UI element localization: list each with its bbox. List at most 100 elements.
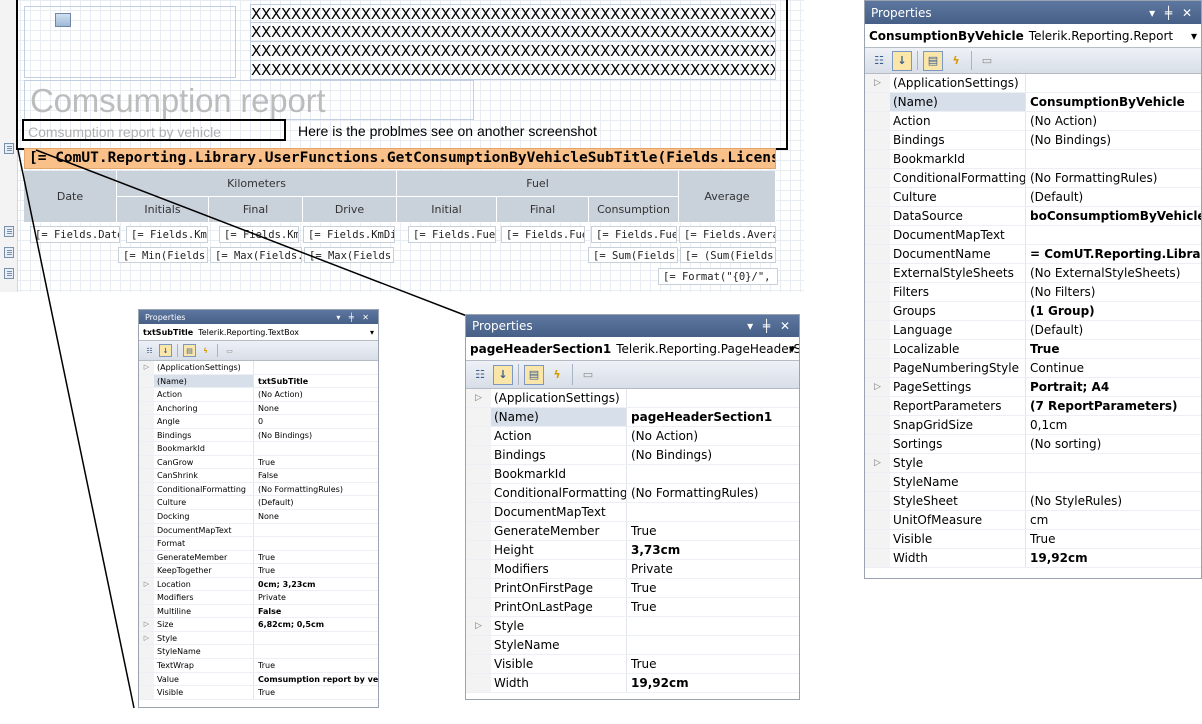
chevron-down-icon[interactable]: ▾ — [370, 328, 374, 337]
property-row[interactable]: ConditionalFormatting (No FormattingRules… — [139, 482, 378, 497]
property-value[interactable] — [1026, 150, 1201, 168]
property-row[interactable]: StyleName — [466, 636, 799, 655]
property-row[interactable]: Action (No Action) — [865, 112, 1201, 131]
property-row[interactable]: GenerateMember True — [139, 550, 378, 565]
property-value[interactable]: 0 — [254, 415, 378, 428]
property-row[interactable]: ValueComsumption report by vehicl — [139, 672, 378, 687]
property-value[interactable]: True — [1026, 530, 1201, 548]
property-row[interactable]: Modifiers Private — [139, 591, 378, 605]
property-row[interactable]: Action (No Action) — [139, 388, 378, 402]
detail-cell-average[interactable]: [= Fields.Average — [679, 226, 776, 243]
property-value[interactable]: None — [254, 510, 378, 523]
column-header-drive[interactable]: Drive — [303, 197, 397, 223]
property-value[interactable]: ConsumptionByVehicle — [1026, 93, 1201, 111]
property-row[interactable]: GenerateMember True — [466, 522, 799, 541]
property-value[interactable]: (Default) — [254, 496, 378, 509]
property-row[interactable]: Docking None — [139, 510, 378, 524]
events-icon[interactable]: ϟ — [547, 365, 567, 385]
column-header-final-km[interactable]: Final — [209, 197, 303, 223]
column-header-initials[interactable]: Initials — [117, 197, 209, 223]
property-row[interactable]: DocumentMapText — [139, 523, 378, 538]
alphabetical-icon[interactable]: ↓ — [493, 364, 513, 385]
property-row[interactable]: BookmarkId — [466, 465, 799, 484]
property-value[interactable]: pageHeaderSection1 — [627, 408, 799, 426]
chevron-down-icon[interactable]: ▾ — [789, 342, 795, 356]
property-row[interactable]: ▷ (ApplicationSettings) — [139, 361, 378, 375]
property-value[interactable]: 0,1cm — [1026, 416, 1201, 434]
property-row[interactable]: StyleName — [139, 645, 378, 660]
property-row[interactable]: DocumentMapText — [865, 226, 1201, 245]
property-row[interactable]: Language (Default) — [865, 321, 1201, 340]
property-row[interactable]: Bindings (No Bindings) — [139, 428, 378, 443]
property-row[interactable]: Localizable True — [865, 340, 1201, 359]
property-value[interactable]: (No Bindings) — [627, 446, 799, 464]
property-value[interactable]: (No Action) — [254, 388, 378, 401]
property-row[interactable]: ConditionalFormatting (No FormattingRules… — [466, 484, 799, 503]
detail-cell-date[interactable]: [= Fields.Date] — [30, 226, 120, 243]
property-row[interactable]: Width 19,92cm — [865, 549, 1201, 568]
property-row[interactable]: Modifiers Private — [466, 560, 799, 579]
property-value[interactable]: Continue — [1026, 359, 1201, 377]
column-header-consumption[interactable]: Consumption — [589, 197, 679, 223]
detail-cell-fuel1[interactable]: [= Fields.Fuel1] — [408, 226, 496, 243]
properties-icon[interactable]: ▤ — [183, 344, 196, 357]
property-row[interactable]: (Name) pageHeaderSection1 — [466, 408, 799, 427]
property-row[interactable]: Culture (Default) — [865, 188, 1201, 207]
property-value[interactable]: True — [254, 551, 378, 564]
property-row[interactable]: ▷ Size 6,82cm; 0,5cm — [139, 618, 378, 632]
property-value[interactable]: (7 ReportParameters) — [1026, 397, 1201, 415]
property-value[interactable]: None — [254, 402, 378, 415]
property-value[interactable]: (Default) — [1026, 321, 1201, 339]
property-row[interactable]: KeepTogether True — [139, 564, 378, 578]
properties-icon[interactable]: ▤ — [923, 50, 943, 71]
property-value[interactable]: (1 Group) — [1026, 302, 1201, 320]
property-pages-icon[interactable]: ▭ — [578, 365, 598, 385]
categorized-icon[interactable]: ☷ — [470, 365, 490, 385]
property-row[interactable]: ▷ Style — [466, 617, 799, 636]
page-number-textbox[interactable]: [= Format("{0}/", Page — [658, 268, 778, 285]
events-icon[interactable]: ϟ — [946, 51, 966, 71]
property-value[interactable]: (No Bindings) — [254, 429, 378, 442]
chevron-down-icon[interactable]: ▾ — [1191, 29, 1197, 43]
property-row[interactable]: (Name) ConsumptionByVehicle — [865, 93, 1201, 112]
property-row[interactable]: Multiline False — [139, 604, 378, 619]
property-value[interactable] — [627, 503, 799, 521]
expand-icon[interactable]: ▷ — [139, 577, 154, 591]
property-row[interactable]: UnitOfMeasure cm — [865, 511, 1201, 530]
detail-cell-fueldiff[interactable]: [= Fields.FuelDi — [591, 226, 677, 243]
expand-icon[interactable]: ▷ — [139, 618, 154, 631]
property-row[interactable]: ▷ (ApplicationSettings) — [466, 389, 799, 408]
property-value[interactable]: True — [254, 659, 378, 672]
detail-cell-fuel2[interactable]: [= Fields.Fuel2] — [501, 226, 585, 243]
property-value[interactable]: (No FormattingRules) — [627, 484, 799, 502]
window-controls[interactable]: ▾ ╪ ✕ — [1149, 6, 1195, 20]
property-value[interactable] — [627, 636, 799, 654]
property-row[interactable]: Bindings (No Bindings) — [466, 446, 799, 465]
property-value[interactable] — [254, 537, 378, 550]
property-value[interactable]: (No Filters) — [1026, 283, 1201, 301]
property-row[interactable]: ▷ Style — [139, 631, 378, 646]
property-row[interactable]: Format — [139, 537, 378, 551]
detail-cell-km1[interactable]: [= Fields.Km1] — [126, 226, 208, 243]
property-value[interactable]: 19,92cm — [1026, 549, 1201, 567]
properties-icon[interactable]: ▤ — [524, 364, 544, 385]
property-row[interactable]: (Name) txtSubTitle — [139, 374, 378, 389]
expand-icon[interactable]: ▷ — [865, 378, 890, 396]
property-value[interactable]: Portrait; A4 — [1026, 378, 1201, 396]
property-value[interactable]: True — [627, 655, 799, 673]
property-value[interactable] — [1026, 74, 1201, 92]
property-row[interactable]: StyleSheet (No StyleRules) — [865, 492, 1201, 511]
property-row[interactable]: Visible True — [865, 530, 1201, 549]
property-value[interactable]: True — [627, 522, 799, 540]
property-value[interactable] — [254, 442, 378, 455]
property-value[interactable]: 0cm; 3,23cm — [254, 578, 378, 591]
property-value[interactable]: True — [627, 579, 799, 597]
property-value[interactable]: txtSubTitle — [254, 375, 378, 388]
property-value[interactable]: (No sorting) — [1026, 435, 1201, 453]
footer-cell-max-km-drive[interactable]: [= Max(Fields.K — [304, 247, 394, 263]
object-selector[interactable]: txtSubTitle Telerik.Reporting.TextBox ▾ — [139, 324, 378, 341]
footer-cell-min-km[interactable]: [= Min(Fields.K — [118, 247, 208, 263]
property-value[interactable]: (No FormattingRules) — [254, 483, 378, 496]
property-row[interactable]: BookmarkId — [139, 442, 378, 456]
property-row[interactable]: StyleName — [865, 473, 1201, 492]
